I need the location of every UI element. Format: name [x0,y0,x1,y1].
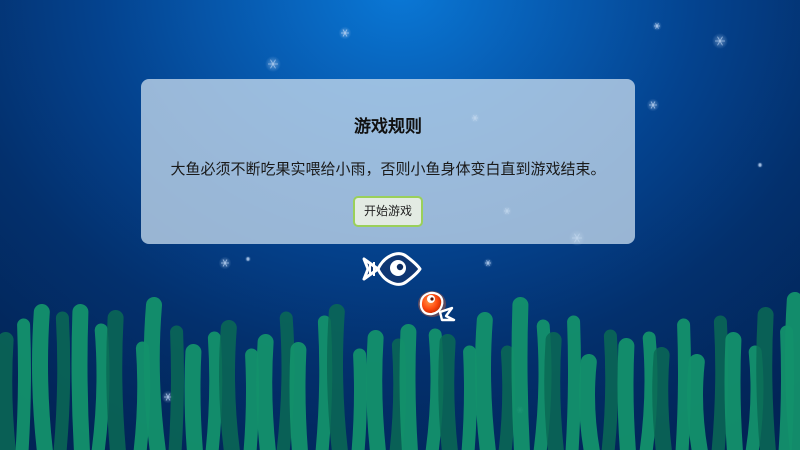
dust-particle [712,33,728,49]
seaweed-blade [289,342,308,450]
dust-particle [218,256,232,270]
dust-particle [244,255,252,263]
dust-particle [338,26,352,40]
seaweed-blade [425,328,444,450]
dust-particle [646,98,660,112]
game-canvas[interactable]: 游戏规则 大鱼必须不断吃果实喂给小雨，否则小鱼身体变白直到游戏结束。 开始游戏 [0,0,800,450]
seaweed-blade [675,318,691,450]
seaweed-blade [617,338,636,450]
rules-dialog: 游戏规则 大鱼必须不断吃果实喂给小雨，否则小鱼身体变白直到游戏结束。 开始游戏 [141,79,635,244]
seaweed-blade [565,315,581,450]
baby-fish[interactable] [412,286,464,330]
seaweed-blade [366,330,386,450]
seaweed-blade [756,307,776,450]
dialog-title: 游戏规则 [354,117,422,137]
seaweed-blade [475,312,496,450]
seaweed-blade [71,304,90,450]
seaweed-blade [351,348,367,450]
seaweed-blade [106,310,126,450]
seaweed-blade [785,292,800,450]
seaweed-blade [15,318,31,450]
seaweed-blade [511,297,530,450]
dust-particle [756,161,764,169]
seaweed-blade [205,331,223,450]
seaweed-blade [544,332,564,450]
seaweed-blade [276,311,295,450]
seaweed-blade [315,315,333,450]
seaweed-blade [687,354,708,450]
seaweed-blade [327,304,348,450]
seaweed-blade [243,348,259,450]
seaweed-blade [399,324,418,450]
seaweed-blade [438,334,458,450]
seaweed-blade [143,297,166,450]
seaweed-blade [724,332,743,450]
seaweed-blade [639,331,658,450]
seaweed-blade [389,338,407,450]
seaweed-field [0,292,800,450]
seaweed-blade [53,311,71,450]
seaweed-blade [32,304,53,450]
seaweed-blade [168,325,184,450]
seaweed-blade [256,334,276,450]
seaweed-blade [579,354,600,450]
seaweed-blade [0,332,16,450]
dialog-rules-text: 大鱼必须不断吃果实喂给小雨，否则小鱼身体变白直到游戏结束。 [170,160,606,178]
seaweed-blade [219,320,240,450]
dust-particle [652,21,662,31]
dust-particle [265,56,281,72]
seaweed-blade [711,315,729,450]
seaweed-blade [745,345,764,450]
seaweed-blade [91,323,110,450]
seaweed-blade [184,344,203,450]
start-game-button[interactable]: 开始游戏 [353,196,423,227]
dust-particle [483,258,493,268]
seaweed-blade [652,347,672,450]
seaweed-blade [601,329,619,450]
seaweed-blade [498,345,516,450]
seaweed-blade [533,319,552,450]
seaweed-blade [133,341,151,450]
seaweed-blade [461,345,477,450]
